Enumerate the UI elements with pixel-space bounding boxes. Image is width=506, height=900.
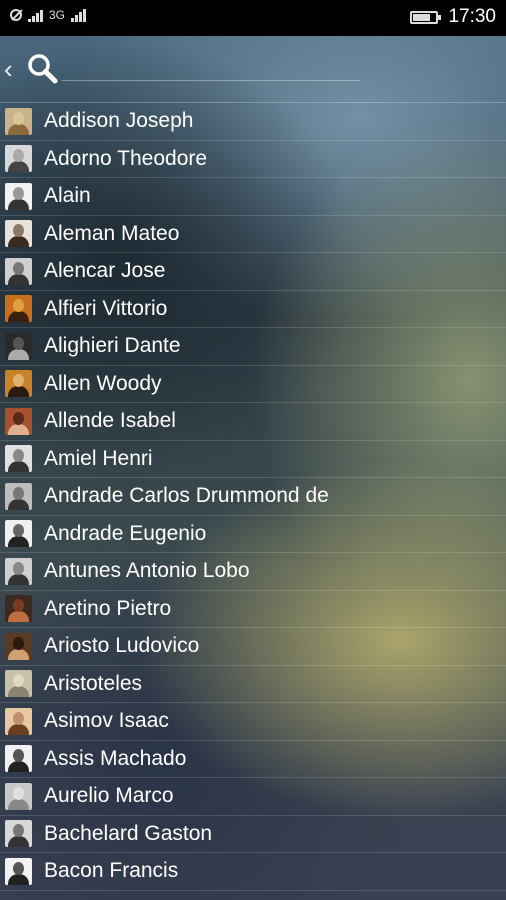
- list-item-name: Asimov Isaac: [44, 709, 169, 733]
- list-item-name: Andrade Eugenio: [44, 521, 207, 545]
- avatar: [5, 145, 32, 173]
- list-item[interactable]: Asimov Isaac: [0, 703, 506, 741]
- avatar: [5, 182, 32, 210]
- status-bar: 3G 17:30: [0, 0, 506, 36]
- search-input[interactable]: [64, 54, 358, 82]
- list-item[interactable]: Adorno Theodore: [0, 141, 506, 178]
- list-item-name: Alfieri Vittorio: [44, 296, 168, 320]
- avatar: [5, 670, 32, 698]
- no-sim-icon: [10, 9, 22, 21]
- list-item-name: Allen Woody: [44, 371, 162, 395]
- avatar: [5, 857, 32, 885]
- list-item[interactable]: Alencar Jose: [0, 253, 506, 291]
- list-item[interactable]: Antunes Antonio Lobo: [0, 553, 506, 591]
- search-icon[interactable]: [26, 52, 58, 84]
- status-icons-left: 3G: [10, 8, 87, 22]
- list-item[interactable]: Alfieri Vittorio: [0, 291, 506, 328]
- avatar: [5, 295, 32, 323]
- avatar: [5, 257, 32, 285]
- avatar: [5, 707, 32, 735]
- list-item[interactable]: Bacon Francis: [0, 853, 506, 891]
- search-underline: [62, 80, 360, 81]
- avatar: [5, 332, 32, 360]
- list-item[interactable]: Ariosto Ludovico: [0, 628, 506, 666]
- avatar: [5, 220, 32, 248]
- list-item[interactable]: Andrade Carlos Drummond de: [0, 478, 506, 516]
- avatar: [5, 632, 32, 660]
- list-item[interactable]: Aurelio Marco: [0, 778, 506, 816]
- list-item-name: Aretino Pietro: [44, 596, 172, 620]
- avatar: [5, 407, 32, 435]
- list-item-name: Amiel Henri: [44, 446, 153, 470]
- list-item-name: Alencar Jose: [44, 259, 166, 283]
- list-item-name: Andrade Carlos Drummond de: [44, 484, 329, 508]
- list-item-name: Aurelio Marco: [44, 784, 174, 808]
- avatar: [5, 557, 32, 585]
- status-clock: 17:30: [448, 6, 496, 27]
- list-item[interactable]: Assis Machado: [0, 741, 506, 778]
- signal-icon: [71, 8, 87, 22]
- avatar: [5, 782, 32, 810]
- signal-icon: [28, 8, 43, 22]
- status-icons-right: 17:30: [410, 6, 496, 28]
- list-item[interactable]: Aretino Pietro: [0, 591, 506, 628]
- list-item[interactable]: Addison Joseph: [0, 103, 506, 141]
- avatar: [5, 107, 32, 135]
- list-item-name: Allende Isabel: [44, 409, 176, 433]
- list-item-name: Ariosto Ludovico: [44, 634, 200, 658]
- list-item-name: Adorno Theodore: [44, 146, 208, 170]
- search-bar: ‹: [0, 36, 506, 104]
- avatar: [5, 370, 32, 398]
- list-item-name: Bachelard Gaston: [44, 821, 213, 845]
- list-item[interactable]: Bachelard Gaston: [0, 816, 506, 853]
- list-item-name: Aleman Mateo: [44, 221, 180, 245]
- list-item[interactable]: Alighieri Dante: [0, 328, 506, 366]
- avatar: [5, 820, 32, 848]
- network-3g-icon: 3G: [49, 8, 66, 22]
- list-item-name: Bacon Francis: [44, 859, 179, 883]
- avatar: [5, 445, 32, 473]
- list-item[interactable]: Alain: [0, 178, 506, 216]
- list-item[interactable]: Aristoteles: [0, 666, 506, 703]
- author-list[interactable]: Addison Joseph Adorno Theodore Alain Aleman…: [0, 103, 506, 900]
- list-item-name: Alighieri Dante: [44, 334, 181, 358]
- list-item-name: Addison Joseph: [44, 109, 194, 133]
- list-item-name: Aristoteles: [44, 671, 143, 695]
- list-item[interactable]: Allende Isabel: [0, 403, 506, 441]
- list-item[interactable]: Amiel Henri: [0, 441, 506, 478]
- avatar: [5, 745, 32, 773]
- list-item-name: Assis Machado: [44, 746, 187, 770]
- list-item-name: Antunes Antonio Lobo: [44, 559, 250, 583]
- list-item[interactable]: Allen Woody: [0, 366, 506, 403]
- battery-icon: [410, 10, 442, 24]
- list-item[interactable]: Andrade Eugenio: [0, 516, 506, 553]
- avatar: [5, 482, 32, 510]
- avatar: [5, 520, 32, 548]
- list-item[interactable]: Aleman Mateo: [0, 216, 506, 253]
- back-arrow-icon[interactable]: ‹: [4, 54, 20, 84]
- avatar: [5, 595, 32, 623]
- list-item-name: Alain: [44, 184, 91, 208]
